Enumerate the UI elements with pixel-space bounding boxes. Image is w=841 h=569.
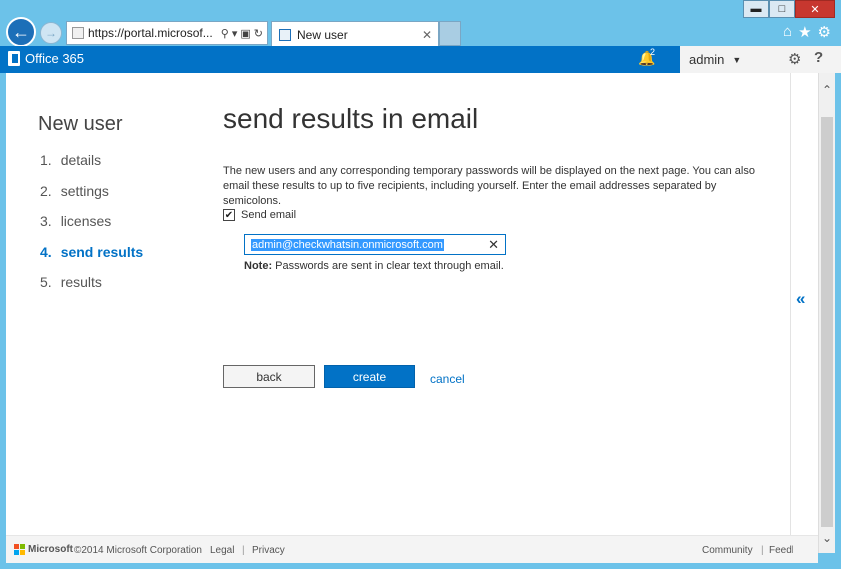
send-email-checkbox[interactable]: ✔ — [223, 209, 235, 221]
create-button[interactable]: create — [324, 365, 415, 388]
page-favicon-icon — [72, 27, 84, 39]
step-number: 3. — [40, 213, 52, 229]
password-note: Note: Passwords are sent in clear text t… — [244, 260, 504, 272]
step-label: send results — [60, 243, 144, 260]
browser-tab[interactable]: New user ✕ — [271, 21, 439, 47]
office365-brand[interactable]: Office 365 — [8, 51, 84, 66]
browser-toolbar-right: ⌂ ★ ⚙ — [783, 23, 831, 41]
office-logo-icon — [8, 51, 20, 66]
home-icon[interactable]: ⌂ — [783, 23, 792, 41]
community-link[interactable]: Community — [702, 545, 753, 556]
scroll-down-icon[interactable]: ⌄ — [822, 531, 832, 545]
note-text: Passwords are sent in clear text through… — [275, 260, 504, 272]
step-number: 5. — [40, 274, 52, 290]
step-label: licenses — [60, 213, 112, 229]
new-tab-button[interactable] — [439, 21, 461, 46]
address-bar-icons: ⚲ ▾ ▣ ↻ — [221, 27, 267, 40]
step-number: 1. — [40, 152, 52, 168]
brand-name: Office 365 — [25, 51, 85, 66]
close-window-button[interactable]: ✕ — [795, 0, 835, 18]
minimize-button[interactable]: ▬ — [743, 0, 769, 18]
suite-bar: Office 365 🔔 2 admin ▼ ⚙ ? — [0, 46, 841, 73]
email-recipients-input[interactable]: admin@checkwhatsin.onmicrosoft.com ✕ — [244, 234, 506, 255]
back-button[interactable]: back — [223, 365, 315, 388]
step-number: 4. — [40, 243, 52, 260]
wizard-step-licenses[interactable]: 3. licenses — [40, 213, 143, 244]
lock-icon[interactable]: ▣ — [240, 27, 250, 40]
send-email-label: Send email — [241, 209, 297, 221]
user-menu[interactable]: admin ▼ — [689, 52, 741, 67]
send-email-checkbox-row[interactable]: ✔ Send email — [223, 209, 296, 221]
maximize-button[interactable]: □ — [769, 0, 795, 18]
dropdown-icon[interactable]: ▾ — [232, 27, 238, 40]
step-number: 2. — [40, 182, 52, 199]
microsoft-logo[interactable]: Microsoft — [14, 544, 73, 555]
description-text: The new users and any corresponding temp… — [223, 165, 755, 207]
user-area: admin ▼ ⚙ ? — [680, 46, 841, 73]
browser-chrome: ▬ □ ✕ ← → https://portal.microsof... ⚲ ▾… — [0, 0, 841, 47]
help-question-icon[interactable]: ? — [814, 49, 823, 66]
refresh-icon[interactable]: ↻ — [254, 27, 263, 40]
favorites-star-icon[interactable]: ★ — [798, 23, 811, 41]
feedback-link[interactable]: Feedback — [769, 545, 793, 556]
wizard-step-settings[interactable]: 2. settings — [40, 183, 143, 214]
address-bar[interactable]: https://portal.microsof... ⚲ ▾ ▣ ↻ — [66, 21, 268, 45]
wizard-step-send-results[interactable]: 4. send results — [40, 244, 143, 275]
forward-arrow-icon[interactable]: → — [40, 22, 62, 44]
tab-favicon-icon — [279, 28, 291, 41]
caret-down-icon: ▼ — [732, 55, 742, 65]
step-label: details — [60, 152, 102, 168]
cancel-link[interactable]: cancel — [430, 372, 465, 386]
privacy-link[interactable]: Privacy — [252, 545, 285, 556]
search-icon[interactable]: ⚲ — [221, 27, 229, 40]
notification-count: 2 — [650, 47, 656, 57]
microsoft-brand-text: Microsoft — [28, 544, 73, 555]
footer-separator: | — [761, 545, 764, 556]
note-label: Note: — [244, 260, 273, 272]
page-footer: Microsoft ©2014 Microsoft Corporation Le… — [6, 535, 818, 563]
back-arrow-icon[interactable]: ← — [6, 17, 36, 47]
user-name: admin — [689, 52, 725, 67]
step-label: results — [60, 274, 102, 290]
tools-gear-icon[interactable]: ⚙ — [818, 23, 831, 41]
legal-link[interactable]: Legal — [210, 545, 234, 556]
email-recipients-value[interactable]: admin@checkwhatsin.onmicrosoft.com — [251, 238, 444, 251]
tab-close-icon[interactable]: ✕ — [422, 28, 438, 42]
settings-gear-icon[interactable]: ⚙ — [788, 50, 801, 68]
wizard-title: New user — [38, 113, 123, 135]
step-label: settings — [60, 182, 109, 199]
scroll-up-icon[interactable]: ⌃ — [822, 83, 832, 97]
expand-panel-icon[interactable]: « — [796, 289, 805, 309]
wizard-steps: 1. details 2. settings 3. licenses 4. se… — [40, 152, 143, 305]
clear-icon[interactable]: ✕ — [488, 237, 499, 253]
footer-separator: | — [242, 545, 245, 556]
window-controls: ▬ □ ✕ — [743, 0, 835, 18]
copyright-text: ©2014 Microsoft Corporation — [74, 545, 202, 556]
vertical-scrollbar[interactable]: ⌃ ⌄ — [818, 73, 835, 553]
tab-title[interactable]: New user — [297, 28, 422, 42]
wizard-step-results[interactable]: 5. results — [40, 274, 143, 305]
wizard-step-details[interactable]: 1. details — [40, 152, 143, 183]
page-title: send results in email — [223, 103, 479, 134]
window-frame-bottom — [0, 563, 841, 569]
scroll-thumb[interactable] — [821, 117, 833, 527]
address-url[interactable]: https://portal.microsof... — [88, 26, 221, 40]
microsoft-squares-icon — [14, 544, 25, 555]
